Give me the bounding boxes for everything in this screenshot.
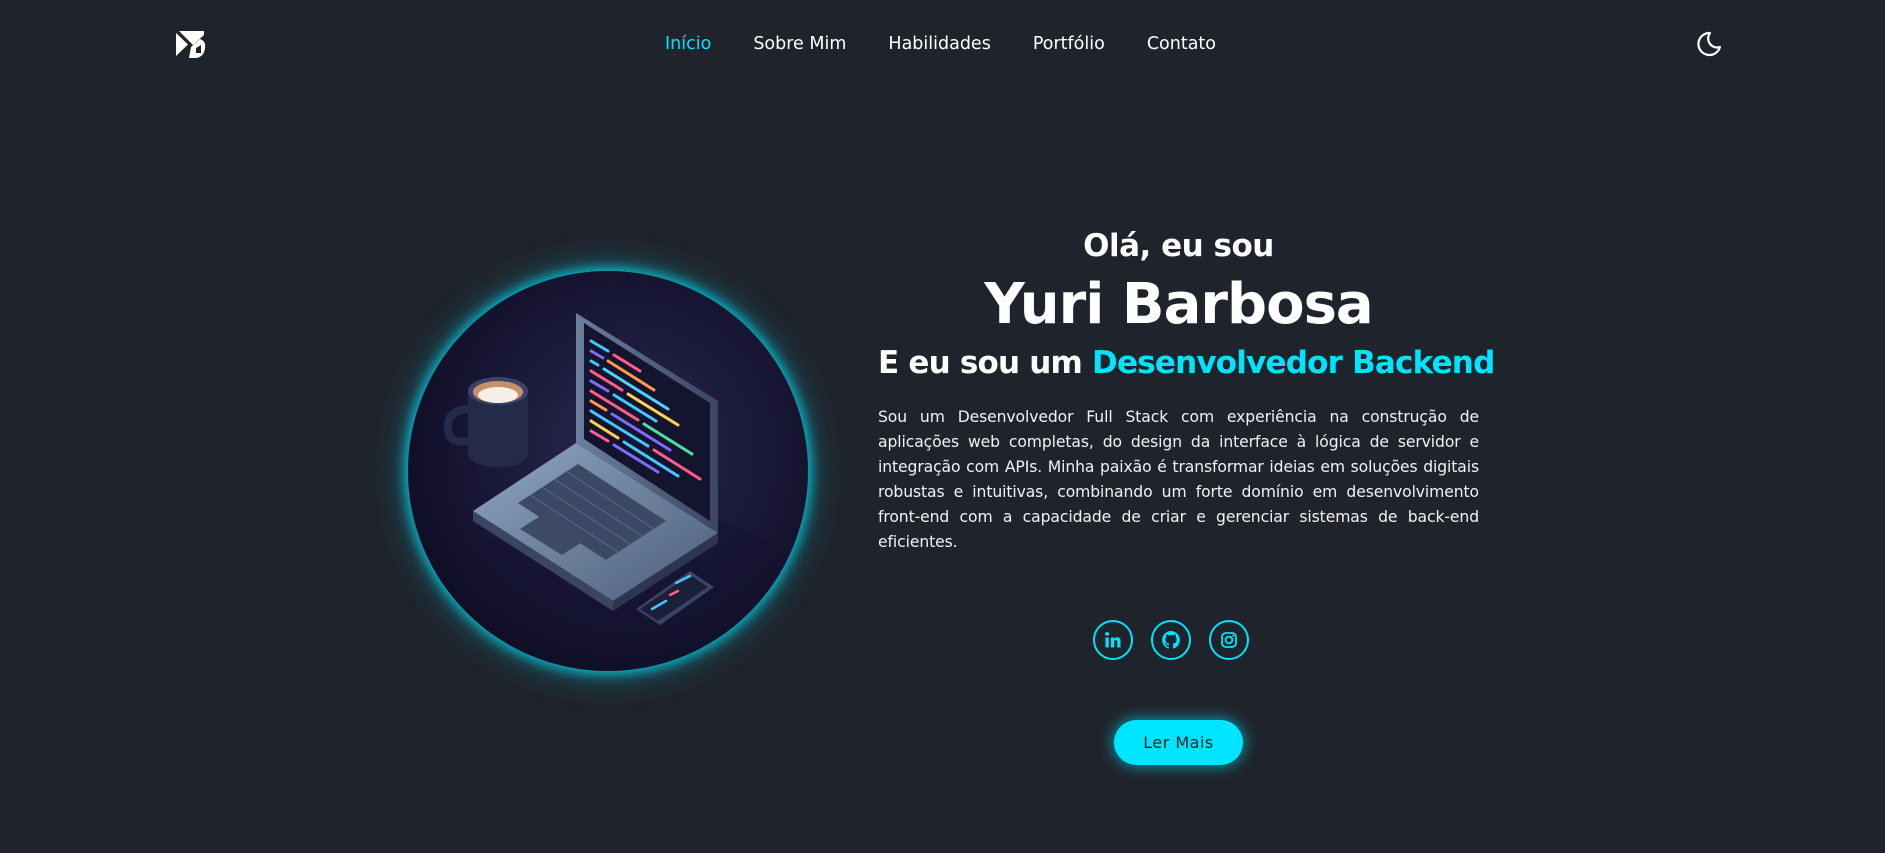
hero-name: Yuri Barbosa <box>984 272 1373 337</box>
hero-role-highlight: Desenvolvedor Backend <box>1092 345 1495 381</box>
laptop-coffee-illustration <box>408 271 808 671</box>
hero-role: E eu sou um Desenvolvedor Backend <box>878 341 1495 385</box>
nav-link-inicio[interactable]: Início <box>665 34 711 54</box>
nav-link-habilidades[interactable]: Habilidades <box>888 34 990 54</box>
hero-greeting: Olá, eu sou <box>1083 228 1274 264</box>
hero-bio: Sou um Desenvolvedor Full Stack com expe… <box>878 408 1479 551</box>
moon-icon[interactable] <box>1696 31 1722 57</box>
nav-link-portfolio[interactable]: Portfólio <box>1033 34 1105 54</box>
yb-logo-icon[interactable] <box>176 31 206 58</box>
social-links <box>0 620 1885 660</box>
read-more-button[interactable]: Ler Mais <box>1114 720 1243 765</box>
hero-role-prefix: E eu sou um <box>878 345 1093 381</box>
instagram-icon[interactable] <box>1208 620 1249 660</box>
hero-intro: Olá, eu sou Yuri Barbosa E eu sou um Des… <box>878 222 1495 555</box>
site-header: Início Sobre Mim Habilidades Portfólio C… <box>0 0 1885 88</box>
github-icon[interactable] <box>1150 620 1191 660</box>
linkedin-icon[interactable] <box>1092 620 1133 660</box>
nav-link-sobre-mim[interactable]: Sobre Mim <box>753 34 846 54</box>
nav-link-contato[interactable]: Contato <box>1147 34 1216 54</box>
main-nav: Início Sobre Mim Habilidades Portfólio C… <box>0 0 1885 88</box>
